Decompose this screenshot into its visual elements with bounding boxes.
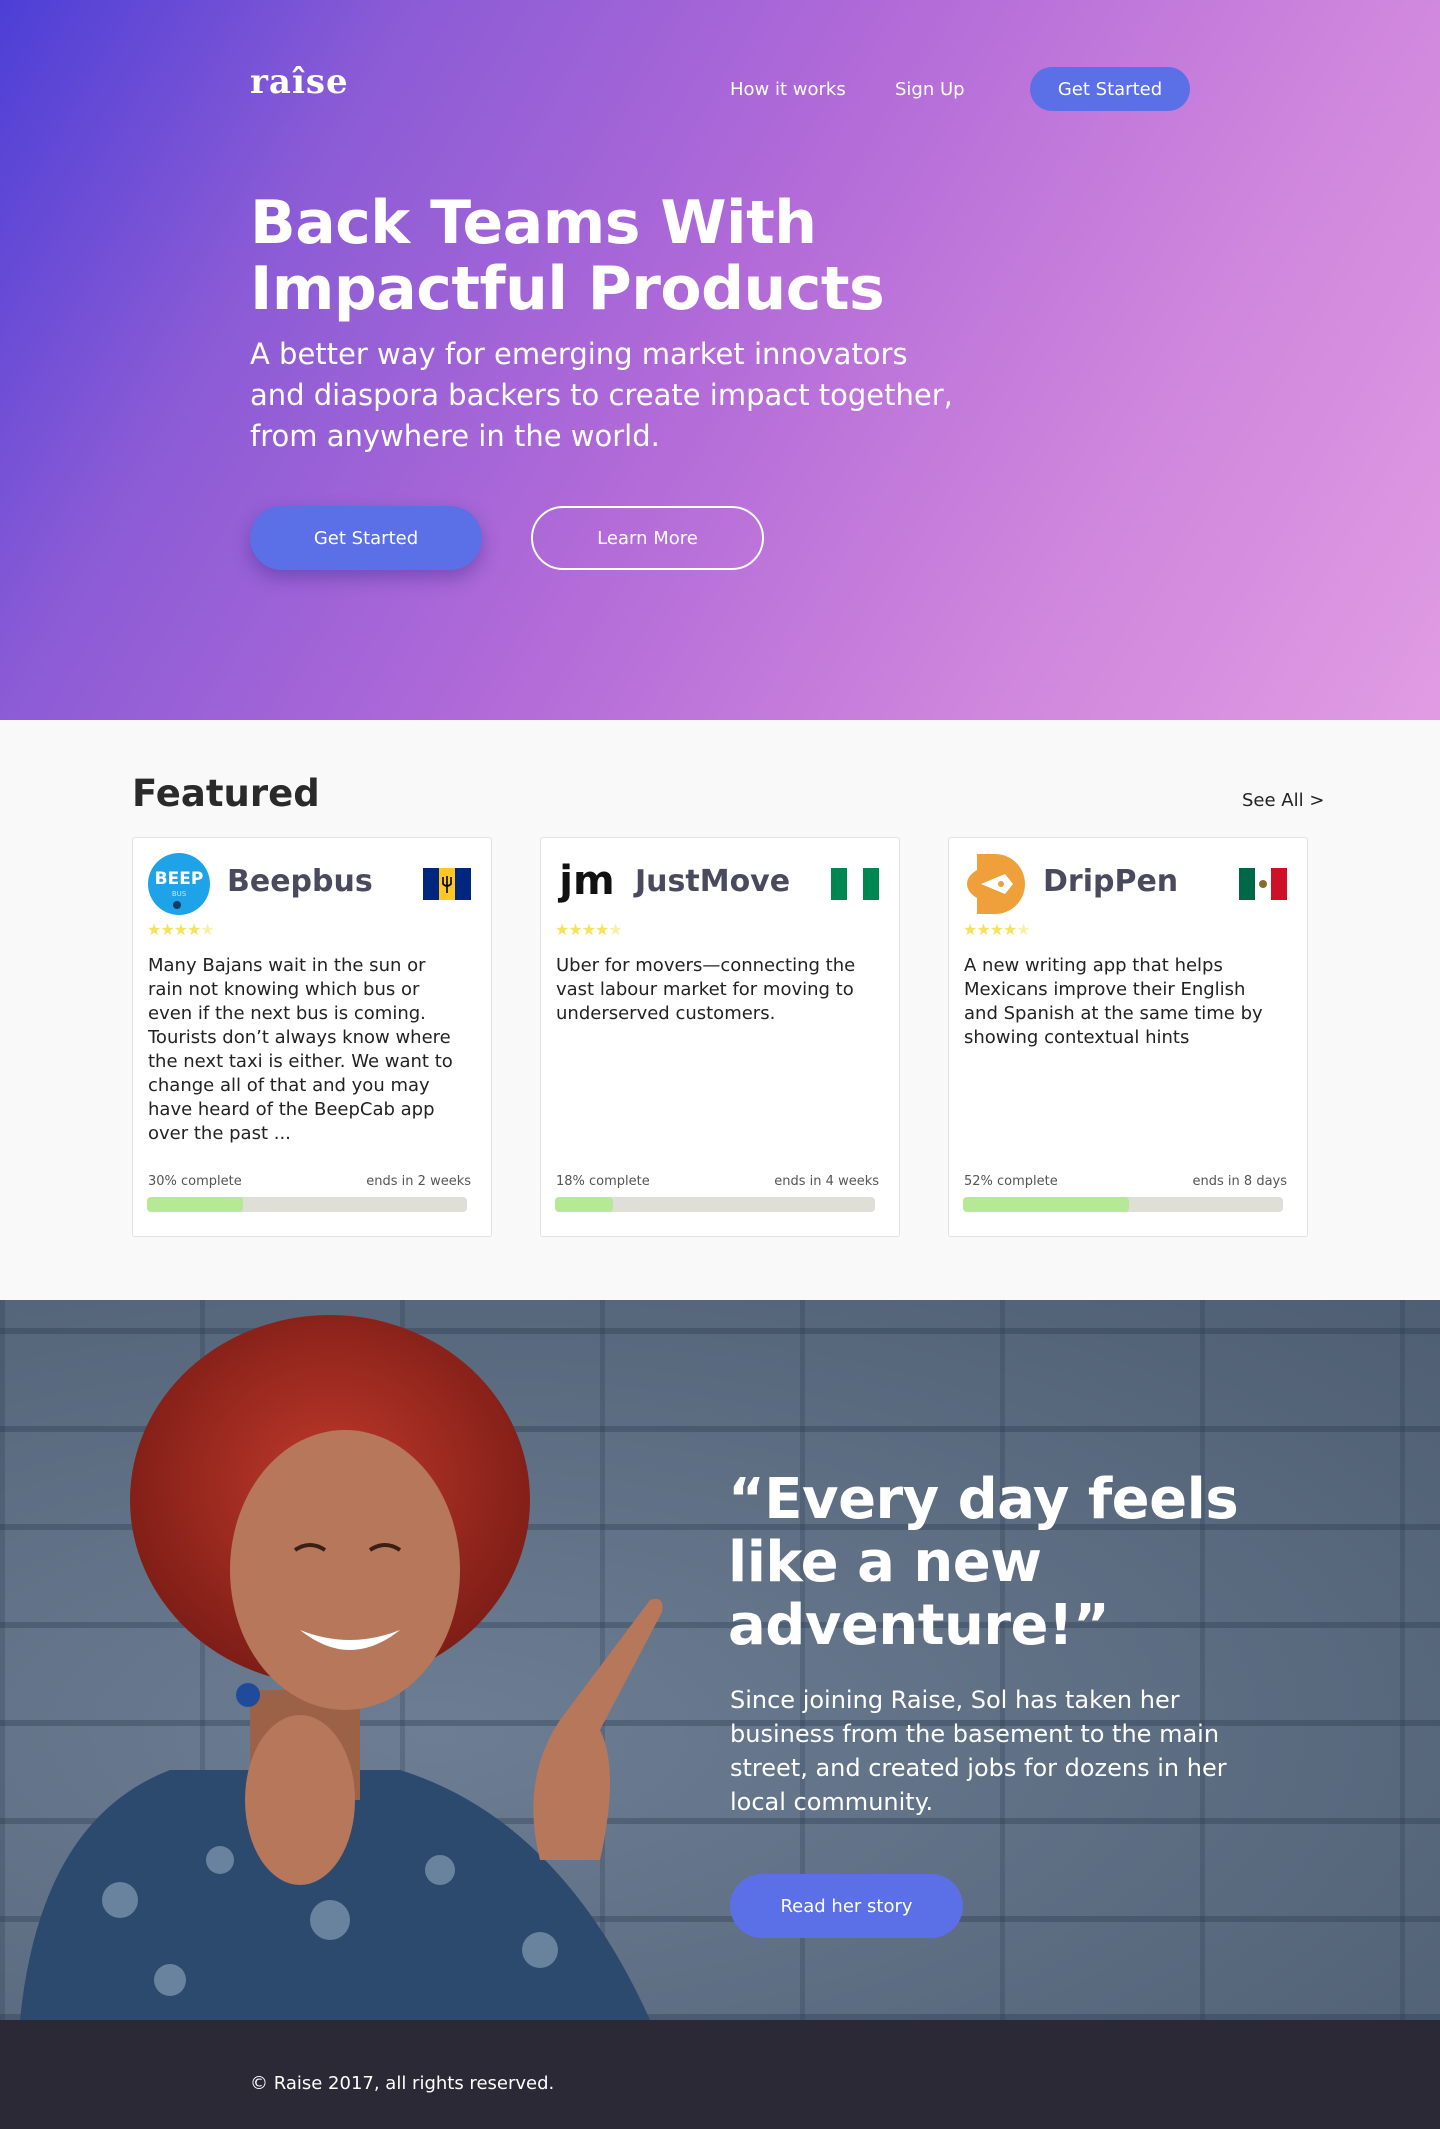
justmove-logo-icon: jm <box>557 858 614 904</box>
woman-portrait-image <box>20 1315 663 2020</box>
card-description: Uber for movers—connecting the vast labo… <box>556 955 856 1024</box>
hero-section: raîse How it works Sign Up Get Started B… <box>0 0 1440 720</box>
progress-bar <box>147 1197 467 1212</box>
rating-stars: ★★★★★ <box>963 920 1031 939</box>
progress-bar <box>963 1197 1283 1212</box>
progress-percent-label: 18% complete <box>556 1174 650 1189</box>
project-card-drippen[interactable]: DripPen ★★★★★ A new writing app that hel… <box>948 837 1308 1237</box>
drippen-logo-icon <box>967 854 1025 914</box>
hero-subtitle: A better way for emerging market innovat… <box>250 337 953 453</box>
raise-logo[interactable]: raîse <box>250 62 349 102</box>
testimonial-section: “Every day feels like a new adventure!” … <box>0 1300 1440 2020</box>
progress-bar <box>555 1197 875 1212</box>
card-description: Many Bajans wait in the sun or rain not … <box>148 955 453 1144</box>
nav-get-started-button[interactable]: Get Started <box>1030 67 1190 111</box>
ends-in-label: ends in 2 weeks <box>366 1174 471 1189</box>
rating-stars: ★★★★★ <box>147 920 215 939</box>
card-description: A new writing app that helps Mexicans im… <box>964 955 1263 1048</box>
card-name[interactable]: JustMove <box>635 864 790 899</box>
progress-percent-label: 30% complete <box>148 1174 242 1189</box>
testimonial-quote: “Every day feels like a new adventure!” <box>728 1467 1239 1658</box>
hero-get-started-button[interactable]: Get Started <box>250 506 482 570</box>
footer: © Raise 2017, all rights reserved. <box>0 2020 1440 2129</box>
beepbus-logo-icon: BEEP BUS <box>148 853 210 915</box>
beepbus-logo-subtext: BUS <box>172 890 187 898</box>
rating-stars: ★★★★★ <box>555 920 623 939</box>
testimonial-story: Since joining Raise, Sol has taken her b… <box>730 1686 1227 1816</box>
hero-title: Back Teams With Impactful Products <box>250 188 885 324</box>
nigeria-flag-icon <box>831 868 879 900</box>
project-card-beepbus[interactable]: BEEP BUS Beepbus ★★★★★ Many Bajans wait … <box>132 837 492 1237</box>
read-her-story-button[interactable]: Read her story <box>730 1874 963 1938</box>
featured-title: Featured <box>132 772 320 815</box>
card-name[interactable]: DripPen <box>1043 864 1178 899</box>
progress-fill <box>555 1197 613 1212</box>
see-all-link[interactable]: See All > <box>1242 790 1324 811</box>
justmove-logo-text: jm <box>557 858 614 904</box>
progress-percent-label: 52% complete <box>964 1174 1058 1189</box>
card-name[interactable]: Beepbus <box>227 864 373 899</box>
nav-how-it-works-link[interactable]: How it works <box>730 79 846 100</box>
progress-fill <box>963 1197 1130 1212</box>
beepbus-logo-text: BEEP <box>155 869 204 889</box>
featured-section: Featured See All > BEEP BUS Beepbus ★★★★… <box>0 720 1440 1300</box>
nav-sign-up-link[interactable]: Sign Up <box>895 79 965 100</box>
mexico-flag-icon <box>1239 868 1287 900</box>
copyright-text: © Raise 2017, all rights reserved. <box>250 2073 555 2094</box>
barbados-flag-icon <box>423 868 471 900</box>
ends-in-label: ends in 4 weeks <box>774 1174 879 1189</box>
project-card-justmove[interactable]: jm JustMove ★★★★★ Uber for movers—connec… <box>540 837 900 1237</box>
hero-learn-more-button[interactable]: Learn More <box>531 506 764 570</box>
ends-in-label: ends in 8 days <box>1192 1174 1287 1189</box>
progress-fill <box>147 1197 243 1212</box>
